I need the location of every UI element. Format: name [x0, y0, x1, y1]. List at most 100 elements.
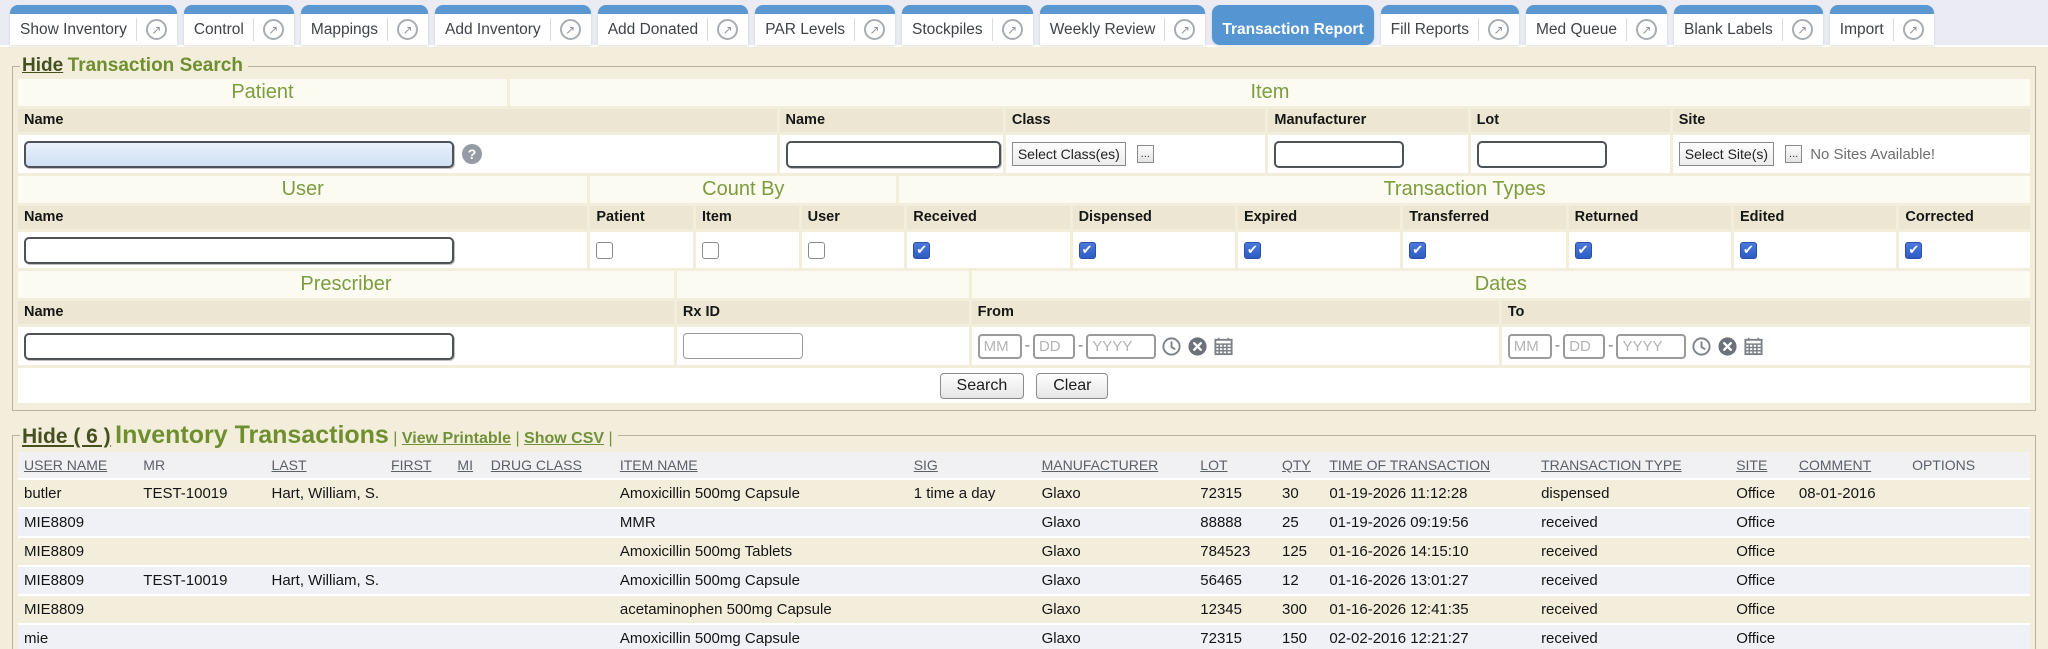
- column-header-mi[interactable]: MI: [451, 452, 484, 479]
- cell-site: Office: [1730, 595, 1793, 624]
- cell-manufacturer: Glaxo: [1036, 508, 1195, 537]
- from-month-input[interactable]: [978, 334, 1022, 359]
- user-checkbox[interactable]: [808, 242, 825, 259]
- from-year-input[interactable]: [1086, 334, 1156, 359]
- popout-icon[interactable]: ↗: [1174, 19, 1195, 40]
- show-csv-link[interactable]: Show CSV: [524, 430, 604, 447]
- lot-input[interactable]: [1477, 141, 1607, 168]
- popout-icon[interactable]: ↗: [1903, 19, 1924, 40]
- tab-top-accent: [435, 5, 591, 14]
- view-printable-link[interactable]: View Printable: [402, 430, 511, 447]
- popout-icon[interactable]: ↗: [1792, 19, 1813, 40]
- column-header-qty[interactable]: QTY: [1276, 452, 1323, 479]
- tab-control[interactable]: Control ↗: [184, 5, 294, 45]
- to-year-input[interactable]: [1616, 334, 1686, 359]
- dispensed-checkbox[interactable]: [1079, 242, 1096, 259]
- column-header-first[interactable]: FIRST: [385, 452, 451, 479]
- popout-icon[interactable]: ↗: [1636, 19, 1657, 40]
- tab-weekly-review[interactable]: Weekly Review ↗: [1040, 5, 1206, 45]
- tab-med-queue[interactable]: Med Queue ↗: [1526, 5, 1667, 45]
- column-header-transaction-type[interactable]: TRANSACTION TYPE: [1535, 452, 1730, 479]
- cell-user-name: butler: [18, 479, 137, 508]
- to-month-input[interactable]: [1508, 334, 1552, 359]
- column-header-manufacturer[interactable]: MANUFACTURER: [1036, 452, 1195, 479]
- tab-add-inventory[interactable]: Add Inventory ↗: [435, 5, 591, 45]
- cell-sig: [908, 508, 1036, 537]
- tab-blank-labels[interactable]: Blank Labels ↗: [1674, 5, 1823, 45]
- cell-sig: [908, 566, 1036, 595]
- cell-drug-class: [485, 537, 614, 566]
- popout-icon[interactable]: ↗: [864, 19, 885, 40]
- cell-drug-class: [485, 566, 614, 595]
- item-checkbox[interactable]: [702, 242, 719, 259]
- cell-mi: [451, 479, 484, 508]
- tab-top-accent: [1830, 5, 1934, 14]
- tab-mappings[interactable]: Mappings ↗: [301, 5, 428, 45]
- clock-icon[interactable]: [1691, 336, 1712, 357]
- from-day-input[interactable]: [1033, 334, 1075, 359]
- clear-date-icon[interactable]: [1187, 336, 1208, 357]
- prescriber-name-input[interactable]: [24, 333, 454, 360]
- tab-stockpiles[interactable]: Stockpiles ↗: [902, 5, 1033, 45]
- expired-checkbox[interactable]: [1244, 242, 1261, 259]
- column-header-user-name[interactable]: USER NAME: [18, 452, 137, 479]
- site-ellipsis-button[interactable]: ...: [1785, 145, 1802, 163]
- help-icon[interactable]: ?: [462, 144, 482, 164]
- item-name-input[interactable]: [786, 141, 1001, 168]
- cell-time-of-transaction: 01-16-2026 14:15:10: [1323, 537, 1535, 566]
- user-name-input[interactable]: [24, 237, 454, 264]
- tab-show-inventory[interactable]: Show Inventory ↗: [10, 5, 177, 45]
- column-header-last[interactable]: LAST: [266, 452, 386, 479]
- calendar-icon[interactable]: [1213, 336, 1234, 357]
- popout-icon[interactable]: ↗: [717, 19, 738, 40]
- class-ellipsis-button[interactable]: ...: [1137, 145, 1154, 163]
- transferred-checkbox[interactable]: [1409, 242, 1426, 259]
- hide-results-link[interactable]: Hide ( 6 ): [22, 425, 111, 448]
- tab-par-levels[interactable]: PAR Levels ↗: [755, 5, 895, 45]
- select-sites-button[interactable]: Select Site(s): [1679, 142, 1774, 166]
- column-header-lot[interactable]: LOT: [1194, 452, 1276, 479]
- tab-add-donated[interactable]: Add Donated ↗: [598, 5, 749, 45]
- cell-mi: [451, 508, 484, 537]
- column-header-item-name[interactable]: ITEM NAME: [614, 452, 908, 479]
- transferred-label: Transferred: [1403, 206, 1565, 229]
- to-day-input[interactable]: [1563, 334, 1605, 359]
- tab-fill-reports[interactable]: Fill Reports ↗: [1381, 5, 1519, 45]
- table-row: mieAmoxicillin 500mg CapsuleGlaxo7231515…: [18, 624, 2030, 649]
- item-label: Item: [696, 206, 799, 229]
- manufacturer-input[interactable]: [1274, 141, 1404, 168]
- clock-icon[interactable]: [1161, 336, 1182, 357]
- rx-id-input[interactable]: [683, 333, 803, 359]
- tab-divider: [854, 18, 855, 41]
- column-header-sig[interactable]: SIG: [908, 452, 1036, 479]
- select-classes-button[interactable]: Select Class(es): [1012, 142, 1126, 166]
- patient-checkbox[interactable]: [596, 242, 613, 259]
- hide-search-link[interactable]: Hide: [22, 55, 63, 76]
- item-section-header: Item: [510, 79, 2030, 106]
- returned-checkbox[interactable]: [1575, 242, 1592, 259]
- calendar-icon[interactable]: [1743, 336, 1764, 357]
- corrected-checkbox[interactable]: [1905, 242, 1922, 259]
- popout-icon[interactable]: ↗: [397, 19, 418, 40]
- column-header-site[interactable]: SITE: [1730, 452, 1793, 479]
- column-header-time-of-transaction[interactable]: TIME OF TRANSACTION: [1323, 452, 1535, 479]
- tab-label: Fill Reports: [1391, 21, 1469, 39]
- patient-name-input[interactable]: [24, 141, 454, 168]
- popout-icon[interactable]: ↗: [1488, 19, 1509, 40]
- column-header-comment[interactable]: COMMENT: [1793, 452, 1906, 479]
- popout-icon[interactable]: ↗: [146, 19, 167, 40]
- search-button[interactable]: Search: [940, 373, 1025, 399]
- popout-icon[interactable]: ↗: [1002, 19, 1023, 40]
- column-header-drug-class[interactable]: DRUG CLASS: [485, 452, 614, 479]
- table-row: MIE8809acetaminophen 500mg CapsuleGlaxo1…: [18, 595, 2030, 624]
- tab-top-accent: [1040, 5, 1206, 14]
- clear-button[interactable]: Clear: [1036, 373, 1108, 399]
- tab-transaction-report[interactable]: Transaction Report ↗: [1212, 5, 1373, 45]
- edited-checkbox[interactable]: [1740, 242, 1757, 259]
- popout-icon[interactable]: ↗: [263, 19, 284, 40]
- popout-icon[interactable]: ↗: [560, 19, 581, 40]
- received-checkbox[interactable]: [913, 242, 930, 259]
- tab-import[interactable]: Import ↗: [1830, 5, 1934, 45]
- cell-transaction-type: received: [1535, 595, 1730, 624]
- clear-date-icon[interactable]: [1717, 336, 1738, 357]
